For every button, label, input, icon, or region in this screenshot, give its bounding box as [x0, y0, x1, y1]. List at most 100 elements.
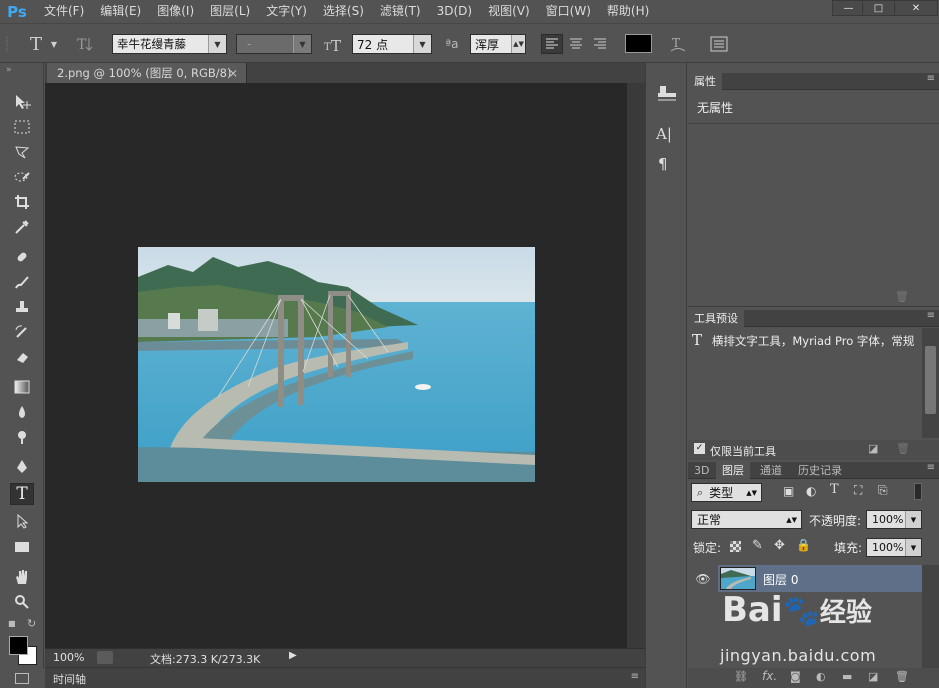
- minimize-button[interactable]: —: [832, 0, 865, 16]
- adjustment-layer-icon[interactable]: ◐: [816, 670, 826, 683]
- zoom-level[interactable]: 100%: [53, 651, 84, 664]
- move-tool-icon[interactable]: [10, 91, 34, 113]
- paragraph-panel-icon[interactable]: ¶: [658, 155, 680, 177]
- character-panel-icon[interactable]: A|: [656, 125, 678, 147]
- default-colors-icon[interactable]: ■: [8, 619, 16, 628]
- lock-all-icon[interactable]: 🔒: [796, 538, 811, 552]
- filter-adjustment-icon[interactable]: ◐: [806, 484, 816, 498]
- layers-scrollbar[interactable]: [922, 565, 939, 670]
- properties-tab[interactable]: 属性: [688, 73, 722, 90]
- menu-window[interactable]: 窗口(W): [538, 0, 599, 23]
- type-tool-icon[interactable]: T: [10, 483, 34, 505]
- gradient-tool-icon[interactable]: [10, 376, 34, 398]
- blur-tool-icon[interactable]: [10, 401, 34, 423]
- document-tab[interactable]: 2.png @ 100% (图层 0, RGB/8) ×: [47, 63, 247, 83]
- text-orientation-icon[interactable]: T: [72, 34, 98, 54]
- crop-tool-icon[interactable]: [10, 191, 34, 213]
- path-selection-tool-icon[interactable]: [10, 510, 34, 532]
- timeline-label[interactable]: 时间轴: [53, 671, 86, 687]
- warp-text-icon[interactable]: T: [666, 34, 690, 54]
- font-family-select[interactable]: 幸牛花缦青藤 ▼: [112, 34, 227, 54]
- opacity-input[interactable]: 100% ▼: [866, 510, 922, 529]
- new-group-icon[interactable]: ▬: [842, 670, 852, 683]
- panel-menu-icon[interactable]: ≡: [927, 310, 935, 321]
- menu-view[interactable]: 视图(V): [480, 0, 538, 23]
- zoom-tool-icon[interactable]: [10, 591, 34, 613]
- character-panel-icon[interactable]: [706, 34, 732, 54]
- tab-layers[interactable]: 图层: [716, 462, 750, 479]
- history-brush-tool-icon[interactable]: [10, 321, 34, 343]
- text-color-swatch[interactable]: [625, 34, 652, 53]
- trash-icon[interactable]: 🗑: [896, 442, 910, 455]
- layer-name[interactable]: 图层 0: [763, 571, 798, 588]
- layer-visibility-toggle[interactable]: 👁: [688, 565, 718, 592]
- add-mask-icon[interactable]: ◙: [790, 670, 801, 683]
- brush-tool-icon[interactable]: [10, 271, 34, 293]
- chevron-down-icon[interactable]: ▼: [905, 539, 921, 556]
- panel-menu-icon[interactable]: ≡: [631, 671, 639, 682]
- fill-input[interactable]: 100% ▼: [866, 538, 922, 557]
- tool-presets-icon[interactable]: [656, 83, 678, 105]
- layer-style-icon[interactable]: fx.: [762, 669, 777, 683]
- eyedropper-tool-icon[interactable]: [10, 216, 34, 238]
- new-preset-icon[interactable]: ◪: [868, 442, 878, 455]
- menu-filter[interactable]: 滤镜(T): [372, 0, 429, 23]
- tab-channels[interactable]: 通道: [754, 462, 788, 479]
- menu-help[interactable]: 帮助(H): [599, 0, 657, 23]
- align-center-icon[interactable]: [565, 34, 587, 54]
- lasso-tool-icon[interactable]: [10, 141, 34, 163]
- chevron-down-icon[interactable]: ▼: [905, 511, 921, 528]
- collapse-icon[interactable]: »: [6, 65, 12, 75]
- link-layers-icon[interactable]: ⛓: [734, 670, 748, 683]
- dodge-tool-icon[interactable]: [10, 426, 34, 448]
- status-arrow-icon[interactable]: ▶: [289, 650, 297, 661]
- filter-type-icon[interactable]: T: [830, 482, 839, 497]
- current-tool-only-checkbox[interactable]: ✓: [694, 443, 705, 454]
- swap-colors-icon[interactable]: ↻: [27, 617, 36, 630]
- eraser-tool-icon[interactable]: [10, 346, 34, 368]
- blend-mode-select[interactable]: 正常 ▲▼: [691, 510, 802, 529]
- preset-item[interactable]: T 横排文字工具，Myriad Pro 字体，常规: [692, 331, 922, 351]
- foreground-color-swatch[interactable]: [9, 636, 28, 655]
- antialias-select[interactable]: 浑厚 ▲▼: [470, 34, 526, 54]
- font-size-select[interactable]: 72 点 ▼: [352, 34, 432, 54]
- filter-smart-object-icon[interactable]: ⎘: [878, 483, 888, 498]
- menu-select[interactable]: 选择(S): [315, 0, 372, 23]
- healing-brush-tool-icon[interactable]: [10, 246, 34, 268]
- text-tool-preset-icon[interactable]: T: [24, 34, 48, 55]
- tab-history[interactable]: 历史记录: [792, 462, 848, 479]
- panel-menu-icon[interactable]: ≡: [927, 462, 935, 473]
- chevron-down-icon[interactable]: ▼: [49, 34, 59, 54]
- tool-presets-tab[interactable]: 工具预设: [688, 310, 744, 327]
- screen-mode-icon[interactable]: [15, 673, 29, 684]
- align-left-icon[interactable]: [541, 34, 563, 54]
- tab-3d[interactable]: 3D: [688, 462, 715, 479]
- menu-3d[interactable]: 3D(D): [429, 0, 480, 23]
- pen-tool-icon[interactable]: [10, 456, 34, 478]
- scrollbar-thumb[interactable]: [925, 346, 936, 414]
- close-button[interactable]: ✕: [894, 0, 938, 16]
- lock-transparent-icon[interactable]: [730, 541, 741, 552]
- maximize-button[interactable]: □: [862, 0, 895, 16]
- marquee-tool-icon[interactable]: [10, 116, 34, 138]
- panel-menu-icon[interactable]: ≡: [927, 73, 935, 84]
- menu-image[interactable]: 图像(I): [149, 0, 202, 23]
- menu-file[interactable]: 文件(F): [34, 0, 92, 23]
- align-right-icon[interactable]: [589, 34, 611, 54]
- status-menu-icon[interactable]: [97, 651, 113, 664]
- quick-selection-tool-icon[interactable]: [10, 166, 34, 188]
- menu-layer[interactable]: 图层(L): [202, 0, 258, 23]
- trash-icon[interactable]: 🗑: [895, 670, 909, 683]
- layer-row[interactable]: 图层 0: [718, 565, 922, 592]
- trash-icon[interactable]: 🗑: [895, 290, 909, 303]
- filter-shape-icon[interactable]: ⛶: [854, 483, 862, 498]
- menu-edit[interactable]: 编辑(E): [92, 0, 149, 23]
- lock-pixels-icon[interactable]: ✎: [752, 538, 763, 553]
- menu-type[interactable]: 文字(Y): [258, 0, 315, 23]
- lock-position-icon[interactable]: ✥: [774, 538, 785, 553]
- rectangle-tool-icon[interactable]: [10, 536, 34, 558]
- hand-tool-icon[interactable]: [10, 566, 34, 588]
- filter-toggle-icon[interactable]: [914, 483, 922, 500]
- filter-pixel-icon[interactable]: ▣: [783, 484, 794, 498]
- clone-stamp-tool-icon[interactable]: [10, 296, 34, 318]
